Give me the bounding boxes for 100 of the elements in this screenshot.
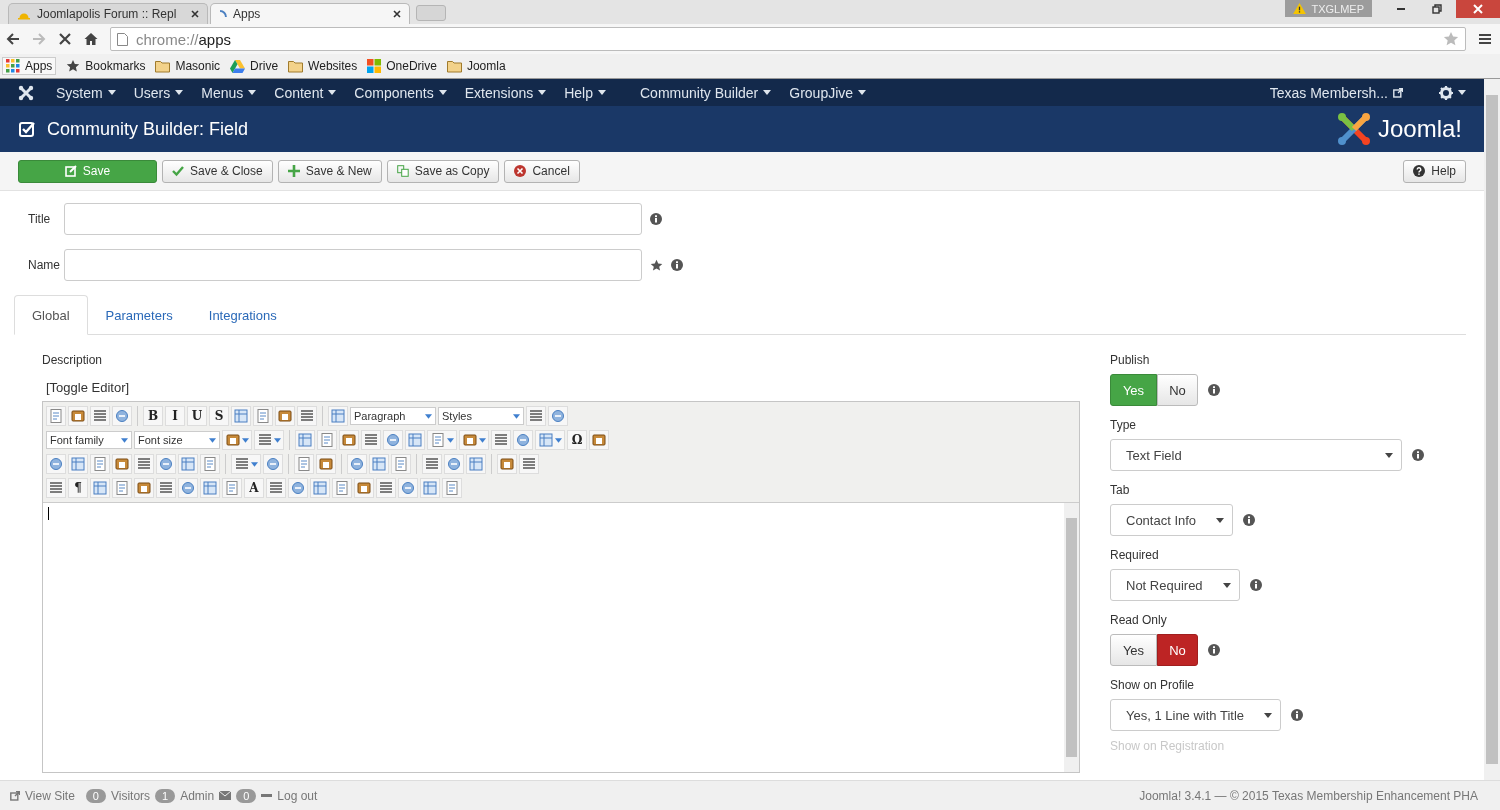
bookmark-link[interactable]: Joomla — [446, 59, 506, 73]
editor-tool-button[interactable] — [422, 454, 442, 474]
editor-tool-button[interactable] — [466, 454, 486, 474]
editor-tool-button[interactable] — [444, 454, 464, 474]
format-button[interactable]: S — [209, 406, 229, 426]
menu-item[interactable]: Menus — [201, 84, 257, 101]
editor-tool-button[interactable] — [134, 454, 154, 474]
editor-tool-button[interactable] — [519, 454, 539, 474]
editor-tool-button[interactable] — [317, 430, 337, 450]
format-select[interactable]: Paragraph — [350, 407, 436, 425]
editor-tool-button[interactable] — [253, 406, 273, 426]
editor-tool-button[interactable] — [354, 478, 374, 498]
browser-tab[interactable]: Joomlapolis Forum :: Repl — [8, 3, 208, 24]
dropdown[interactable]: Contact Info — [1110, 504, 1234, 536]
bookmark-link[interactable]: Websites — [288, 59, 358, 73]
close-icon[interactable] — [393, 10, 401, 18]
stop-icon[interactable] — [58, 32, 72, 46]
editor-tool-button[interactable] — [297, 406, 317, 426]
menu-icon[interactable] — [1478, 32, 1492, 46]
editor-tool-button[interactable] — [112, 478, 132, 498]
menu-item[interactable]: Community Builder — [640, 84, 772, 101]
browser-tab[interactable]: Apps — [210, 3, 410, 24]
editor-tool-button[interactable] — [316, 454, 336, 474]
close-icon[interactable] — [191, 10, 199, 18]
editor-tool-button[interactable] — [497, 454, 517, 474]
dropdown[interactable]: Yes, 1 Line with Title — [1110, 699, 1282, 731]
editor-tool-button[interactable] — [420, 478, 440, 498]
editor-tool-button[interactable] — [178, 478, 198, 498]
menu-item[interactable]: Extensions — [464, 84, 547, 101]
editor-tool-button[interactable] — [68, 454, 88, 474]
forward-icon[interactable] — [32, 32, 46, 46]
site-link[interactable]: Texas Membersh... — [1269, 84, 1403, 101]
settings-menu[interactable] — [1439, 85, 1466, 100]
toolbar-button[interactable]: Save & Close — [162, 159, 273, 183]
editor-tool-button[interactable] — [112, 454, 132, 474]
editor-tool-button[interactable] — [178, 454, 198, 474]
editor-split-button[interactable] — [222, 430, 252, 450]
editor-tool-button[interactable] — [200, 454, 220, 474]
toolbar-button[interactable]: Save as Copy — [386, 159, 500, 183]
editor-tool-button[interactable] — [405, 430, 425, 450]
toolbar-button[interactable]: Save & New — [277, 159, 382, 183]
editor-tool-button[interactable] — [339, 430, 359, 450]
editor-tool-button[interactable] — [46, 478, 66, 498]
dropdown[interactable]: Not Required — [1110, 569, 1240, 601]
editor-tool-button[interactable] — [266, 478, 286, 498]
menu-item[interactable]: GroupJive — [789, 84, 867, 101]
toggle-option[interactable]: No — [1157, 634, 1198, 666]
format-select[interactable]: Font family — [46, 431, 132, 449]
menu-item[interactable]: Users — [133, 84, 184, 101]
toggle-option[interactable]: No — [1157, 374, 1198, 406]
editor-tool-button[interactable] — [398, 478, 418, 498]
editor-tool-button[interactable] — [263, 454, 283, 474]
format-button[interactable]: I — [165, 406, 185, 426]
editor-tool-button[interactable] — [231, 406, 251, 426]
editor-tool-button[interactable] — [589, 430, 609, 450]
tab[interactable]: Global — [14, 295, 88, 335]
close-window-button[interactable] — [1456, 0, 1500, 18]
editor-tool-button[interactable] — [513, 430, 533, 450]
format-button[interactable]: ¶ — [68, 478, 88, 498]
editor-tool-button[interactable] — [90, 478, 110, 498]
scrollbar[interactable] — [1064, 503, 1079, 772]
format-button[interactable]: B — [143, 406, 163, 426]
editor-tool-button[interactable] — [156, 454, 176, 474]
editor-tool-button[interactable] — [391, 454, 411, 474]
editor-tool-button[interactable] — [112, 406, 132, 426]
editor-split-button[interactable] — [535, 430, 565, 450]
editor-tool-button[interactable] — [295, 430, 315, 450]
menu-item[interactable]: Components — [354, 84, 447, 101]
editor-tool-button[interactable] — [294, 454, 314, 474]
editor-tool-button[interactable] — [222, 478, 242, 498]
editor-tool-button[interactable] — [275, 406, 295, 426]
editor-tool-button[interactable] — [310, 478, 330, 498]
editor-tool-button[interactable] — [332, 478, 352, 498]
editor-tool-button[interactable] — [491, 430, 511, 450]
format-button[interactable]: U — [187, 406, 207, 426]
editor-tool-button[interactable] — [46, 406, 66, 426]
editor-tool-button[interactable] — [328, 406, 348, 426]
help-button[interactable]: Help — [1403, 159, 1466, 183]
joomla-logo-icon[interactable] — [18, 84, 34, 101]
bookmark-link[interactable]: OneDrive — [367, 59, 437, 73]
view-site-link[interactable]: View Site — [25, 788, 75, 803]
bookmark-link[interactable]: Bookmarks — [66, 59, 146, 73]
editor-tool-button[interactable] — [369, 454, 389, 474]
editor-split-button[interactable] — [459, 430, 489, 450]
editor-tool-button[interactable] — [156, 478, 176, 498]
editor-tool-button[interactable] — [90, 454, 110, 474]
toggle-editor-link[interactable]: [Toggle Editor] — [46, 380, 1080, 395]
editor-tool-button[interactable] — [68, 406, 88, 426]
format-select[interactable]: Font size — [134, 431, 220, 449]
text-input[interactable] — [64, 249, 642, 281]
text-input[interactable] — [64, 203, 642, 235]
editor-tool-button[interactable] — [347, 454, 367, 474]
editor-tool-button[interactable] — [383, 430, 403, 450]
editor-tool-button[interactable] — [376, 478, 396, 498]
editor-split-button[interactable] — [427, 430, 457, 450]
address-field[interactable]: chrome://apps — [110, 27, 1466, 51]
editor-tool-button[interactable] — [548, 406, 568, 426]
menu-item[interactable]: Content — [274, 84, 337, 101]
toggle-option[interactable]: Yes — [1110, 634, 1157, 666]
editor-tool-button[interactable] — [288, 478, 308, 498]
